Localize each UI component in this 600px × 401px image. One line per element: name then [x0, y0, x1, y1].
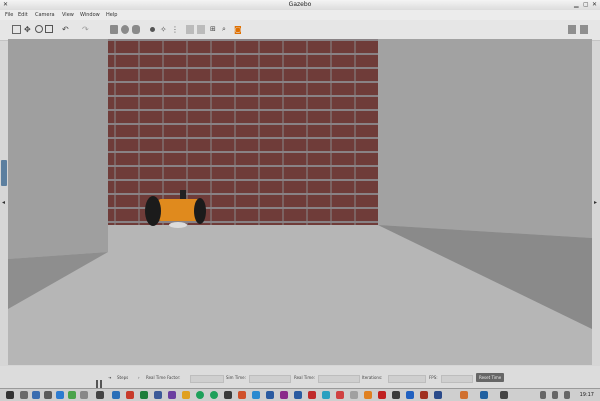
select-mode-icon[interactable] — [12, 25, 21, 34]
app-icon-20[interactable] — [336, 391, 344, 399]
browser-icon[interactable] — [32, 391, 40, 399]
app-icon-12[interactable] — [224, 391, 232, 399]
app-icon-24[interactable] — [392, 391, 400, 399]
start-menu-icon[interactable] — [6, 391, 14, 399]
window-title: Gazebo — [288, 1, 312, 8]
files-icon[interactable] — [20, 391, 28, 399]
undo-icon[interactable]: ↶ — [62, 25, 70, 34]
cylinder-shape-icon[interactable] — [132, 25, 140, 34]
real-time-label: Real Time: — [294, 375, 316, 380]
robot-sensor — [180, 190, 186, 199]
app-icon-25[interactable] — [406, 391, 414, 399]
sphere-shape-icon[interactable] — [121, 25, 129, 34]
app-icon-11[interactable] — [210, 391, 218, 399]
menu-edit[interactable]: Edit — [18, 11, 28, 19]
app-icon-17[interactable] — [294, 391, 302, 399]
app-icon-30[interactable] — [500, 391, 508, 399]
steps-arrow-icon[interactable]: › — [138, 375, 140, 381]
fps-field — [441, 375, 473, 383]
rotate-icon[interactable] — [35, 25, 43, 33]
scene-render — [8, 39, 592, 365]
step-icon[interactable]: ⇥ — [108, 375, 111, 381]
screenshot-icon[interactable]: ◙ — [234, 25, 242, 34]
record-video-icon[interactable] — [580, 25, 588, 34]
scale-icon[interactable] — [45, 25, 53, 33]
menu-file[interactable]: File — [5, 11, 13, 19]
steps-label: Steps — [117, 375, 129, 380]
rtf-field — [190, 375, 224, 383]
app-icon-26[interactable] — [420, 391, 428, 399]
spot-light-icon[interactable]: ✧ — [160, 25, 168, 34]
robot-left-wheel — [145, 196, 161, 226]
reset-time-button[interactable]: Reset Time — [476, 373, 505, 382]
app-icon-5[interactable] — [112, 391, 120, 399]
minimize-icon[interactable]: ▁ — [574, 1, 579, 9]
app-icon-21[interactable] — [350, 391, 358, 399]
tray-volume-icon[interactable] — [552, 391, 558, 399]
app-icon-14[interactable] — [252, 391, 260, 399]
taskbar: 19:17 — [0, 388, 600, 401]
app-icon-2[interactable] — [68, 391, 76, 399]
status-bar: ⇥ Steps › Real Time Factor: Sim Time: Re… — [0, 366, 600, 388]
point-light-icon[interactable] — [150, 27, 155, 32]
app-icon-6[interactable] — [126, 391, 134, 399]
sim-time-label: Sim Time: — [226, 375, 246, 380]
directional-light-icon[interactable]: ⋮ — [171, 25, 179, 34]
menu-bar: File Edit Camera View Window Help — [0, 10, 600, 20]
menu-window[interactable]: Window — [80, 11, 100, 19]
menu-view[interactable]: View — [62, 11, 74, 19]
rtf-label: Real Time Factor: — [146, 375, 181, 380]
app-icon-15[interactable] — [266, 391, 274, 399]
copy-icon[interactable] — [186, 25, 194, 34]
app-icon-22[interactable] — [364, 391, 372, 399]
menu-camera[interactable]: Camera — [35, 11, 55, 19]
collapse-right-icon[interactable]: ▸ — [594, 199, 597, 206]
app-icon-9[interactable] — [168, 391, 176, 399]
app-icon-23[interactable] — [378, 391, 386, 399]
redo-icon[interactable]: ↷ — [82, 25, 90, 34]
toolbar: ✥ ↶ ↷ ✧ ⋮ ⊞ ⌕ ◙ — [0, 20, 600, 41]
box-shape-icon[interactable] — [110, 25, 118, 34]
robot-caster — [169, 222, 187, 228]
window-menu-icon[interactable]: ✕ — [3, 1, 8, 9]
left-panel-handle[interactable] — [1, 160, 7, 186]
align-icon[interactable]: ⊞ — [210, 25, 218, 34]
scene-viewport[interactable] — [8, 39, 592, 365]
tray-battery-icon[interactable] — [564, 391, 570, 399]
app-icon-7[interactable] — [140, 391, 148, 399]
app-icon-3[interactable] — [80, 391, 88, 399]
app-icon-1[interactable] — [56, 391, 64, 399]
translate-icon[interactable]: ✥ — [24, 25, 32, 34]
paste-icon[interactable] — [197, 25, 205, 34]
app-icon-18[interactable] — [308, 391, 316, 399]
app-icon-29[interactable] — [480, 391, 488, 399]
robot-body — [158, 199, 200, 221]
app-icon-16[interactable] — [280, 391, 288, 399]
iterations-label: Iterations: — [362, 375, 383, 380]
screenshot-camera-icon[interactable] — [568, 25, 576, 34]
fps-label: FPS: — [429, 375, 438, 380]
app-icon-28[interactable] — [460, 391, 468, 399]
app-icon-4[interactable] — [96, 391, 104, 399]
app-icon-27[interactable] — [434, 391, 442, 399]
whatsapp-icon[interactable] — [196, 391, 204, 399]
menu-help[interactable]: Help — [106, 11, 117, 19]
app-icon-10[interactable] — [182, 391, 190, 399]
real-time-field — [318, 375, 360, 383]
sim-time-field — [249, 375, 291, 383]
robot-right-wheel — [194, 198, 206, 224]
terminal-icon[interactable] — [44, 391, 52, 399]
clock[interactable]: 19:17 — [580, 391, 594, 399]
app-icon-19[interactable] — [322, 391, 330, 399]
collapse-left-icon[interactable]: ◂ — [2, 199, 5, 206]
close-icon[interactable]: ✕ — [592, 1, 597, 9]
iterations-field — [388, 375, 426, 383]
app-icon-13[interactable] — [238, 391, 246, 399]
snap-icon[interactable]: ⌕ — [222, 25, 230, 34]
maximize-icon[interactable]: ▢ — [583, 1, 589, 9]
tray-network-icon[interactable] — [540, 391, 546, 399]
app-icon-8[interactable] — [154, 391, 162, 399]
